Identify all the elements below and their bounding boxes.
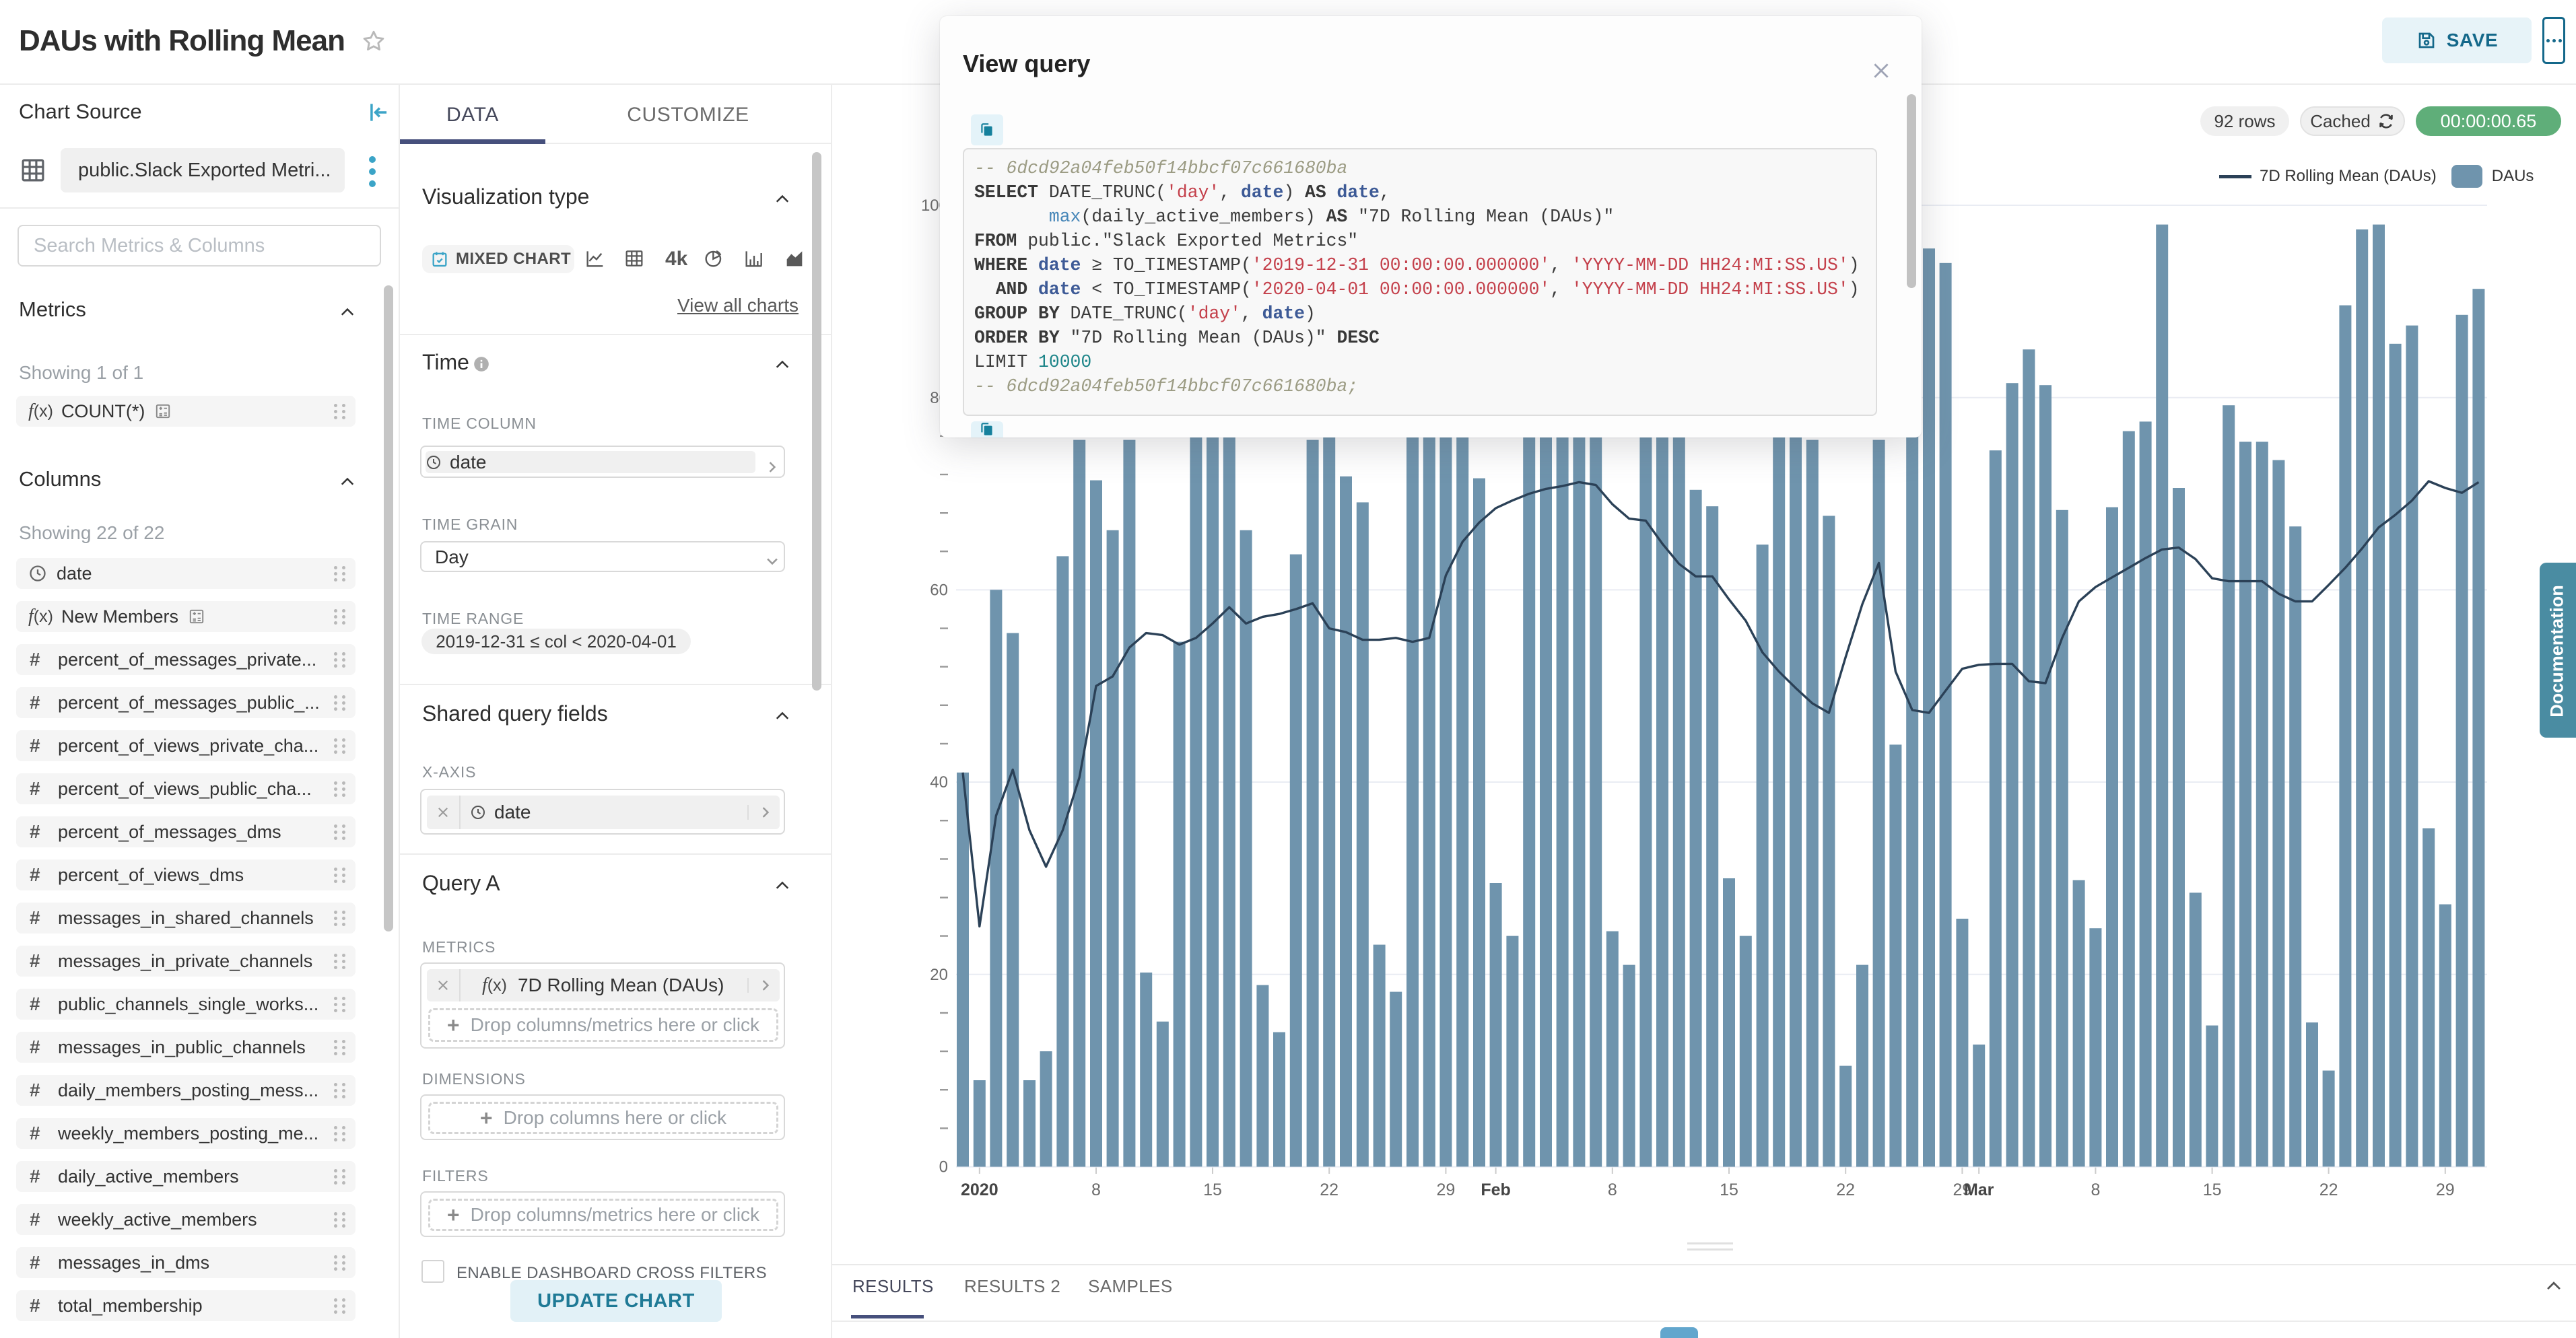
svg-text:8: 8 — [1608, 1181, 1617, 1199]
svg-text:40: 40 — [930, 773, 948, 791]
svg-text:20: 20 — [930, 966, 948, 984]
svg-text:22: 22 — [2319, 1181, 2338, 1199]
svg-text:29: 29 — [2436, 1181, 2455, 1199]
svg-text:0: 0 — [939, 1158, 948, 1176]
svg-text:22: 22 — [1320, 1181, 1338, 1199]
svg-text:60: 60 — [930, 581, 948, 599]
svg-text:Feb: Feb — [1481, 1181, 1510, 1199]
svg-text:15: 15 — [1720, 1181, 1738, 1199]
svg-text:29: 29 — [1436, 1181, 1455, 1199]
svg-text:8: 8 — [2091, 1181, 2100, 1199]
svg-text:Mar: Mar — [1964, 1181, 1994, 1199]
svg-text:15: 15 — [2203, 1181, 2222, 1199]
svg-text:15: 15 — [1203, 1181, 1222, 1199]
svg-text:2020: 2020 — [961, 1181, 998, 1199]
svg-text:22: 22 — [1836, 1181, 1855, 1199]
svg-text:8: 8 — [1091, 1181, 1101, 1199]
